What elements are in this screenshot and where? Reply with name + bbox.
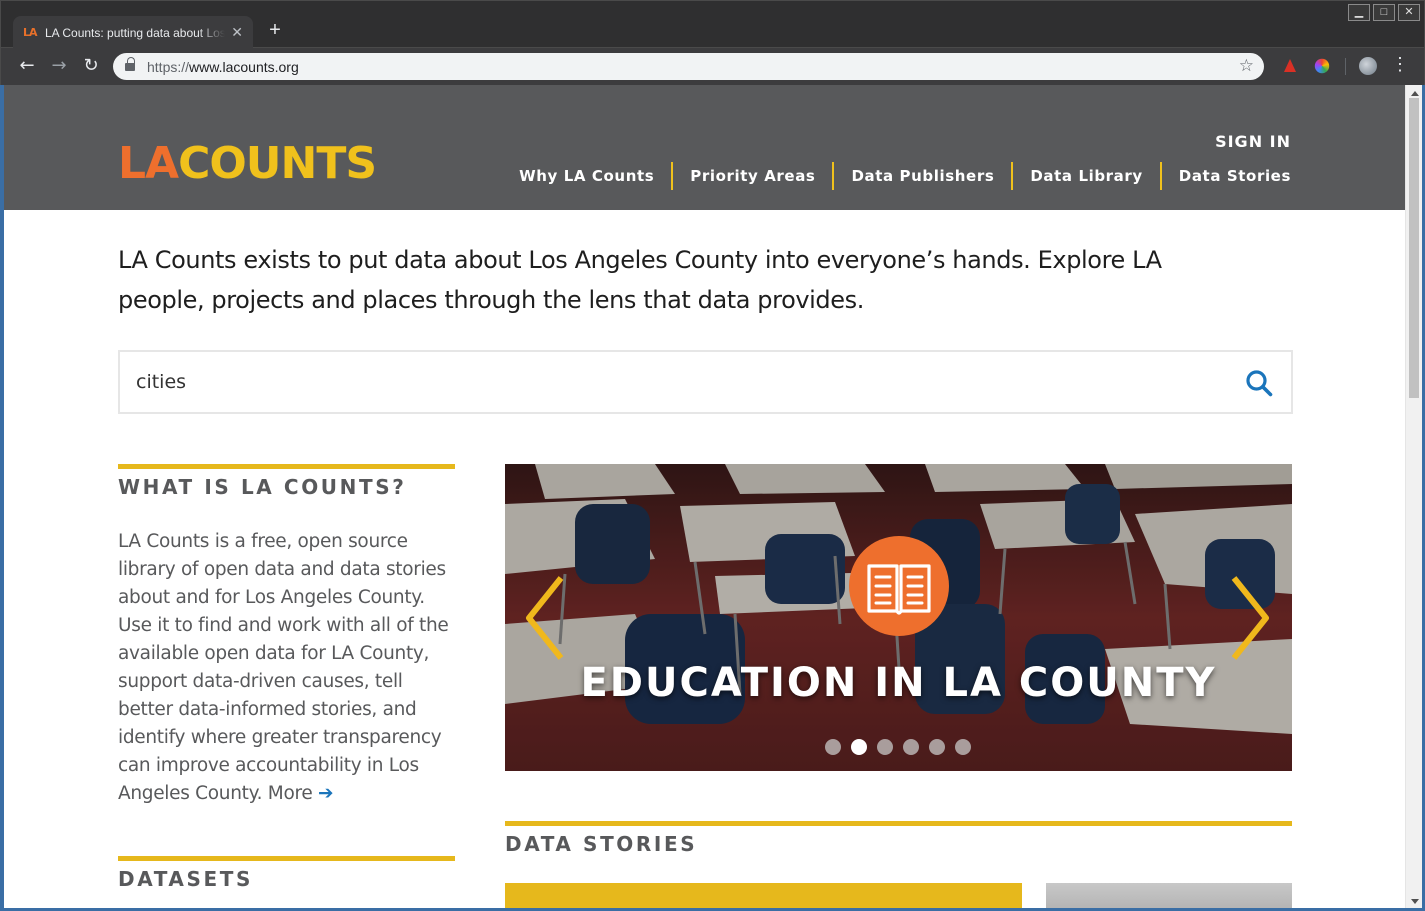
datasets-heading: DATASETS: [118, 867, 254, 891]
forward-button[interactable]: →: [47, 54, 71, 78]
extension-icon[interactable]: [1281, 57, 1299, 75]
what-is-heading: WHAT IS LA COUNTS?: [118, 475, 407, 499]
toolbar-divider: [1345, 58, 1346, 75]
tab-title: LA Counts: putting data about Los Angele…: [45, 25, 225, 40]
data-story-card[interactable]: [505, 883, 1022, 910]
featured-carousel[interactable]: EDUCATION IN LA COUNTY: [505, 464, 1292, 771]
logo-counts: COUNTS: [178, 138, 377, 189]
nav-data-library[interactable]: Data Library: [1011, 162, 1159, 190]
window-frame: [0, 85, 4, 911]
arrow-right-icon: ➔: [318, 783, 334, 804]
search-box: [118, 350, 1293, 414]
carousel-dot[interactable]: [851, 739, 867, 755]
browser-tab[interactable]: LA LA Counts: putting data about Los Ang…: [13, 16, 253, 49]
lock-icon: [125, 56, 135, 72]
minimize-button[interactable]: ▁: [1348, 4, 1370, 21]
what-is-divider: [118, 464, 455, 469]
maximize-button[interactable]: □: [1373, 4, 1395, 21]
nav-data-stories[interactable]: Data Stories: [1159, 162, 1291, 190]
carousel-dot[interactable]: [955, 739, 971, 755]
carousel-dot[interactable]: [929, 739, 945, 755]
reload-button[interactable]: ↻: [79, 54, 103, 78]
more-link[interactable]: More ➔: [268, 783, 334, 804]
window-controls: ▁ □ ✕: [1348, 4, 1420, 21]
nav-priority-areas[interactable]: Priority Areas: [671, 162, 832, 190]
color-extension-icon[interactable]: [1314, 58, 1330, 74]
open-book-icon: [867, 564, 931, 615]
data-story-card-image[interactable]: [1046, 883, 1292, 910]
search-input[interactable]: [136, 366, 1216, 398]
datasets-divider: [118, 856, 455, 861]
intro-text: LA Counts exists to put data about Los A…: [118, 246, 1162, 314]
page-viewport: LACOUNTS SIGN IN Why LA Counts Priority …: [4, 85, 1405, 910]
url-text: https://www.lacounts.org: [147, 58, 299, 75]
site-logo[interactable]: LACOUNTS: [118, 142, 377, 186]
main-nav: Why LA Counts Priority Areas Data Publis…: [502, 162, 1291, 190]
carousel-dot[interactable]: [825, 739, 841, 755]
tab-favicon-icon: LA: [23, 26, 38, 39]
carousel-prev-chevron-icon[interactable]: [523, 574, 567, 662]
carousel-next-chevron-icon[interactable]: [1228, 574, 1272, 662]
browser-titlebar: LA LA Counts: putting data about Los Ang…: [0, 0, 1425, 49]
site-header: LACOUNTS SIGN IN Why LA Counts Priority …: [4, 85, 1405, 210]
tab-close-icon[interactable]: ✕: [231, 24, 243, 41]
browser-menu-icon[interactable]: ⋮: [1391, 54, 1409, 75]
book-badge: [849, 536, 949, 636]
carousel-dot[interactable]: [903, 739, 919, 755]
carousel-slide-title[interactable]: EDUCATION IN LA COUNTY: [505, 660, 1292, 706]
back-button[interactable]: ←: [15, 54, 39, 78]
scroll-down-arrow-icon[interactable]: [1411, 899, 1419, 904]
new-tab-button[interactable]: +: [263, 19, 287, 42]
profile-avatar-icon[interactable]: [1359, 57, 1377, 75]
carousel-dots: [825, 739, 971, 755]
page-scrollbar[interactable]: [1405, 85, 1422, 910]
what-is-text: LA Counts is a free, open source library…: [118, 531, 449, 804]
close-window-button[interactable]: ✕: [1398, 4, 1420, 21]
scroll-up-arrow-icon[interactable]: [1411, 91, 1419, 96]
address-bar[interactable]: https://www.lacounts.org ☆: [113, 53, 1264, 80]
nav-data-publishers[interactable]: Data Publishers: [832, 162, 1011, 190]
nav-why-la-counts[interactable]: Why LA Counts: [502, 162, 671, 190]
bookmark-star-icon[interactable]: ☆: [1239, 56, 1254, 76]
data-stories-divider: [505, 821, 1292, 826]
scroll-thumb[interactable]: [1409, 98, 1419, 398]
logo-la: LA: [118, 138, 179, 189]
browser-toolbar: ← → ↻ https://www.lacounts.org ☆ ⋮: [0, 48, 1425, 85]
search-icon[interactable]: [1245, 369, 1273, 397]
sign-in-link[interactable]: SIGN IN: [1215, 132, 1291, 151]
carousel-dot[interactable]: [877, 739, 893, 755]
data-stories-heading: DATA STORIES: [505, 832, 698, 856]
